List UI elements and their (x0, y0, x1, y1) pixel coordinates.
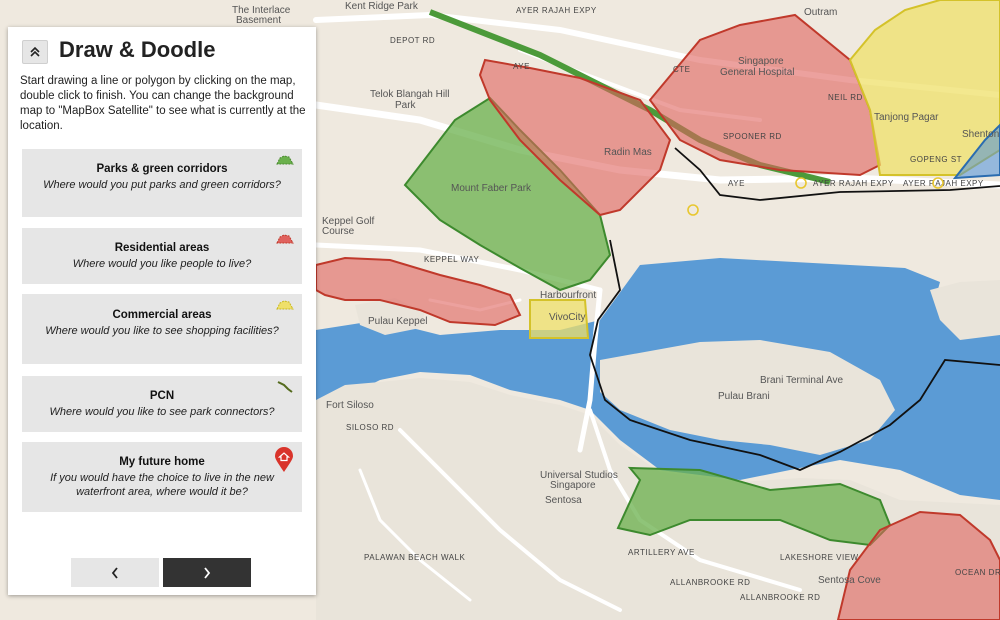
polygon-green-icon (276, 155, 294, 165)
label-sgh-1: Singapore (738, 56, 784, 67)
card-future-home-subtitle: If you would have the choice to live in … (50, 472, 274, 498)
collapse-panel-button[interactable] (22, 40, 48, 64)
chevron-right-icon (204, 566, 211, 579)
label-sentosa-cove: Sentosa Cove (818, 575, 881, 586)
line-olive-icon (277, 381, 293, 393)
polygon-red-icon (276, 234, 294, 244)
card-residential-title: Residential areas (114, 242, 210, 254)
chevron-up-double-icon (30, 46, 40, 57)
road-label-palawan: PALAWAN BEACH WALK (364, 553, 465, 562)
card-commercial[interactable]: Commercial areas Where would you like to… (22, 294, 302, 364)
road-label-allanbrooke: ALLANBROOKE RD (670, 578, 750, 587)
label-kent-ridge: Kent Ridge Park (345, 1, 419, 12)
card-future-home[interactable]: My future home If you would have the cho… (22, 442, 302, 512)
road-label-artillery: ARTILLERY AVE (628, 548, 695, 557)
previous-button[interactable] (71, 558, 159, 587)
label-keppel-golf-2: Course (322, 226, 355, 237)
label-sgh-2: General Hospital (720, 67, 794, 78)
label-park: Park (395, 100, 417, 111)
card-commercial-title: Commercial areas (112, 309, 212, 321)
road-label-cte: CTE (673, 65, 691, 74)
label-pulau-keppel: Pulau Keppel (368, 316, 428, 327)
card-residential-subtitle: Where would you like people to live? (72, 258, 252, 270)
card-pcn[interactable]: PCN Where would you like to see park con… (22, 376, 302, 432)
card-pcn-title: PCN (149, 390, 175, 402)
panel-title: Draw & Doodle (59, 37, 216, 62)
road-label-keppel-way: KEPPEL WAY (424, 255, 480, 264)
road-label-gopeng: GOPENG ST (910, 155, 962, 164)
label-telok-blangah: Telok Blangah Hill (370, 89, 450, 100)
card-pcn-subtitle: Where would you like to see park connect… (49, 406, 275, 418)
card-parks-subtitle: Where would you put parks and green corr… (43, 179, 281, 191)
card-future-home-title: My future home (119, 456, 205, 468)
label-sentosa: Sentosa (545, 495, 582, 506)
card-commercial-subtitle: Where would you like to see shopping fac… (45, 325, 279, 337)
home-marker-icon (275, 447, 293, 472)
label-vivocity: VivoCity (549, 312, 586, 323)
road-label-aye-2: AYE (728, 179, 745, 188)
label-shenton: Shenton (962, 129, 999, 140)
road-label-neil: NEIL RD (828, 93, 863, 102)
label-pulau-brani: Pulau Brani (718, 391, 770, 402)
label-mount-faber: Mount Faber Park (451, 183, 532, 194)
label-radin-mas: Radin Mas (604, 147, 652, 158)
road-label-aye: AYE (513, 62, 530, 71)
panel-intro: Start drawing a line or polygon by click… (20, 75, 306, 132)
label-harbourfront: Harbourfront (540, 290, 596, 301)
chevron-left-icon (111, 566, 118, 579)
road-label-ayer-rajah-top: AYER RAJAH EXPY (516, 6, 597, 15)
label-fort-siloso: Fort Siloso (326, 400, 374, 411)
road-label-spooner: SPOONER RD (723, 132, 782, 141)
label-outram: Outram (804, 7, 837, 18)
draw-doodle-panel: Draw & Doodle Start drawing a line or po… (8, 27, 316, 595)
card-parks-title: Parks & green corridors (96, 163, 228, 175)
label-tanjong-pagar: Tanjong Pagar (874, 112, 939, 123)
road-label-depot: DEPOT RD (390, 36, 435, 45)
card-residential[interactable]: Residential areas Where would you like p… (22, 228, 302, 284)
road-label-allanbrooke-2: ALLANBROOKE RD (740, 593, 820, 602)
road-label-lakeshore: LAKESHORE VIEW (780, 553, 859, 562)
road-label-ayer-rajah: AYER RAJAH EXPY (813, 179, 894, 188)
road-label-siloso: SILOSO RD (346, 423, 394, 432)
next-button[interactable] (163, 558, 251, 587)
label-universal-2: Singapore (550, 480, 596, 491)
label-brani-terminal: Brani Terminal Ave (760, 375, 843, 386)
road-label-ocean: OCEAN DR (955, 568, 1000, 577)
polygon-yellow-icon (276, 300, 294, 310)
label-basement: Basement (236, 15, 281, 26)
card-parks[interactable]: Parks & green corridors Where would you … (22, 149, 302, 217)
